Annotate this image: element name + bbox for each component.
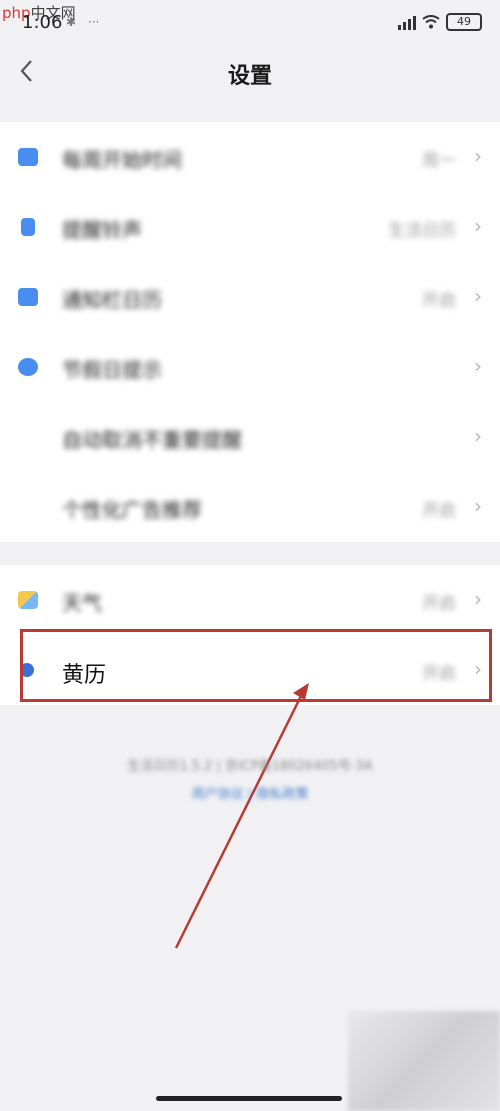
home-indicator[interactable]	[156, 1096, 342, 1101]
legal-links[interactable]: 用户协议 | 隐私政策	[0, 783, 500, 802]
annotation-arrow-icon	[174, 683, 309, 949]
corner-watermark	[348, 1011, 500, 1111]
app-version-info: 生活日历1.5.2 | 京ICP备18026405号-3A	[127, 759, 373, 774]
